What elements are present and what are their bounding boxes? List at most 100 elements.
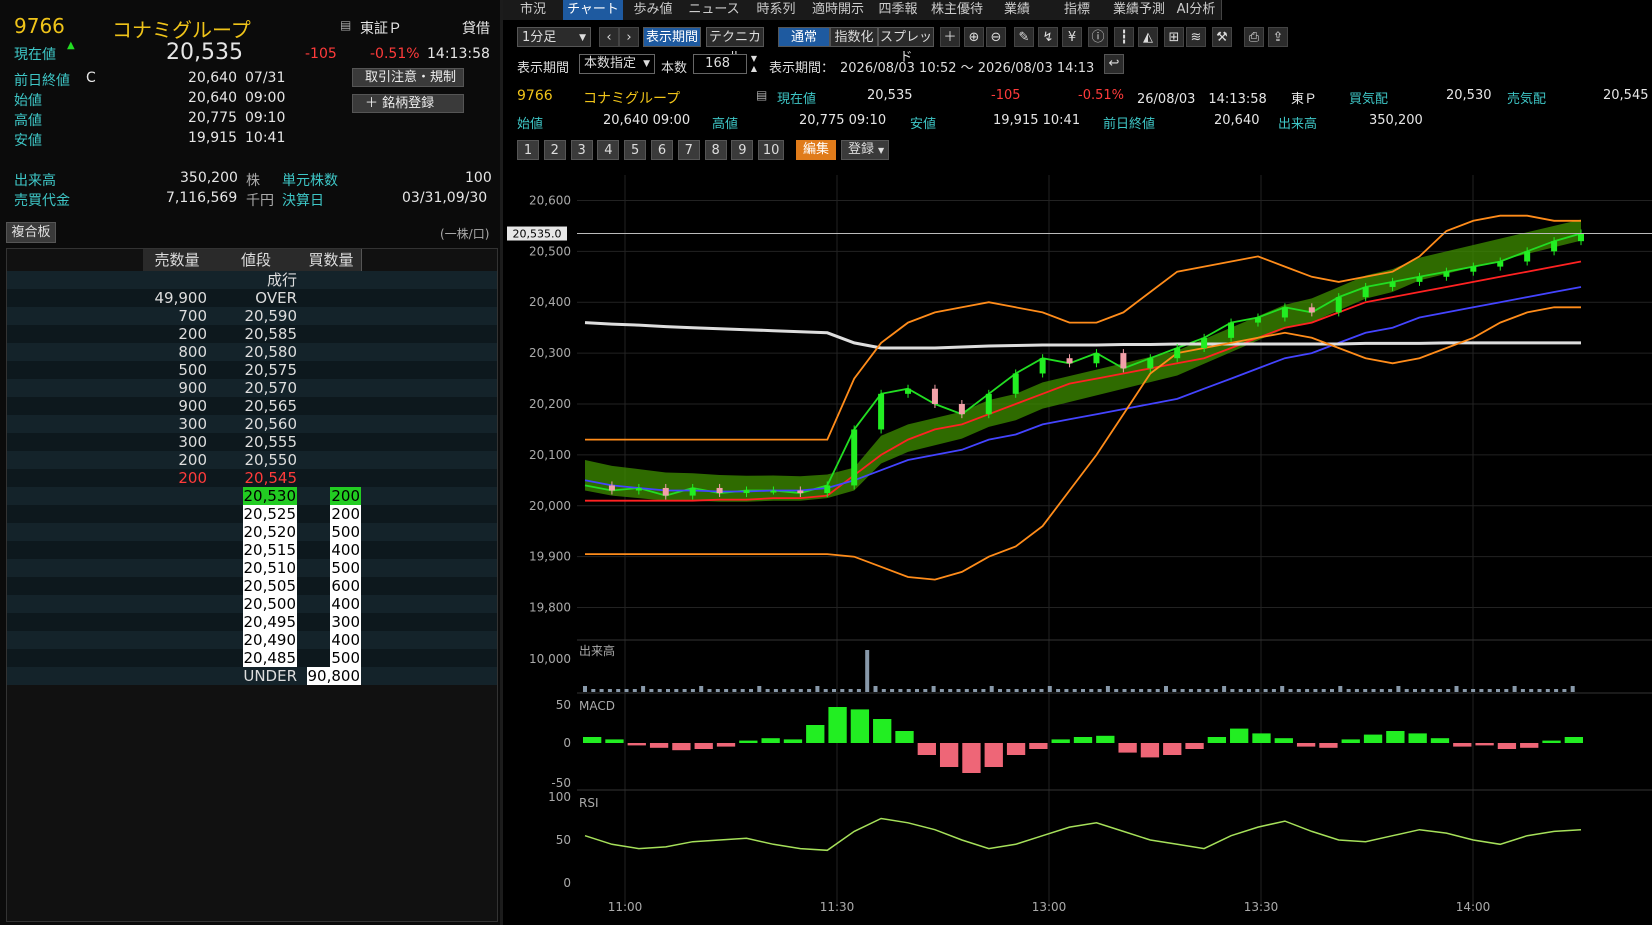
info-icon[interactable]: ⓘ: [1088, 27, 1108, 47]
trade-notice-button[interactable]: 取引注意・規制: [352, 68, 464, 87]
board-price[interactable]: 20,550: [217, 451, 298, 469]
board-price[interactable]: 20,490: [217, 631, 297, 649]
zoom-out-icon[interactable]: ⊖: [986, 27, 1006, 47]
preset-button-2[interactable]: 2: [543, 140, 566, 160]
count-input[interactable]: 168: [693, 54, 747, 74]
board-price[interactable]: 20,500: [217, 595, 297, 613]
tab-8[interactable]: 業績: [987, 0, 1048, 20]
board-row[interactable]: 20,525 200: [7, 505, 497, 523]
preset-button-1[interactable]: 1: [517, 140, 539, 160]
board-row[interactable]: 800 20,580: [7, 343, 497, 361]
board-row[interactable]: 200 20,550: [7, 451, 497, 469]
normal-button[interactable]: 通常: [778, 27, 830, 47]
board-price[interactable]: 20,505: [217, 577, 297, 595]
trend-icon[interactable]: ↯: [1038, 27, 1058, 47]
board-price[interactable]: 20,565: [217, 397, 298, 415]
pencil-icon[interactable]: ✎: [1014, 27, 1034, 47]
board-row[interactable]: 20,490 400: [7, 631, 497, 649]
crosshair-icon[interactable]: ＋: [940, 27, 960, 47]
board-title-tab[interactable]: 複合板: [6, 222, 56, 243]
board-price[interactable]: 20,525: [217, 505, 297, 523]
candle-icon[interactable]: ┇: [1114, 27, 1134, 47]
board-price[interactable]: 20,585: [217, 325, 298, 343]
board-row[interactable]: 20,530 200: [7, 487, 497, 505]
preset-button-10[interactable]: 10: [758, 140, 785, 160]
board-row[interactable]: 20,515 400: [7, 541, 497, 559]
edit-button[interactable]: 編集: [796, 140, 836, 160]
technical-button[interactable]: テクニカル: [706, 27, 764, 65]
board-price[interactable]: 成行: [217, 271, 297, 289]
preset-button-3[interactable]: 3: [570, 140, 593, 160]
board-row[interactable]: 20,510 500: [7, 559, 497, 577]
board-price[interactable]: 20,485: [217, 649, 297, 667]
board-price[interactable]: 20,520: [217, 523, 297, 541]
board-price[interactable]: 20,545: [217, 469, 298, 487]
board-row[interactable]: 700 20,590: [7, 307, 497, 325]
tab-6[interactable]: 四季報: [869, 0, 928, 20]
board-price[interactable]: UNDER: [217, 667, 297, 685]
prev-icon[interactable]: ‹: [599, 27, 619, 47]
board-price[interactable]: 20,590: [217, 307, 298, 325]
board-row[interactable]: 20,485 500: [7, 649, 497, 667]
tab-10[interactable]: 業績予測: [1107, 0, 1172, 20]
zoom-in-icon[interactable]: ⊕: [964, 27, 984, 47]
board-price[interactable]: 20,560: [217, 415, 298, 433]
interval-select[interactable]: 1分足 ▼: [517, 27, 591, 47]
preset-button-5[interactable]: 5: [624, 140, 647, 160]
board-icon[interactable]: ▤: [340, 18, 351, 32]
board-price[interactable]: 20,575: [217, 361, 298, 379]
board-row[interactable]: 20,505 600: [7, 577, 497, 595]
fit-icon[interactable]: ⊞: [1164, 27, 1184, 47]
print-icon[interactable]: ⎙: [1244, 27, 1264, 47]
tab-1[interactable]: チャート: [563, 0, 624, 20]
stock-name[interactable]: コナミグループ: [112, 14, 251, 43]
board-row[interactable]: 300 20,555: [7, 433, 497, 451]
tab-7[interactable]: 株主優待: [927, 0, 988, 20]
tab-3[interactable]: ニュース: [683, 0, 746, 20]
preset-button-9[interactable]: 9: [731, 140, 754, 160]
wrench-icon[interactable]: ⚒: [1212, 27, 1232, 47]
board-price[interactable]: 20,515: [217, 541, 297, 559]
period-button[interactable]: 表示期間: [643, 27, 701, 47]
board-row[interactable]: 成行: [7, 271, 497, 289]
tab-2[interactable]: 歩み値: [623, 0, 684, 20]
board-price[interactable]: 20,580: [217, 343, 298, 361]
export-icon[interactable]: ⇪: [1268, 27, 1288, 47]
count-stepper[interactable]: ▼ ▲: [747, 54, 761, 74]
board-row[interactable]: 20,500 400: [7, 595, 497, 613]
board-row[interactable]: 200 20,545: [7, 469, 497, 487]
preset-button-7[interactable]: 7: [677, 140, 700, 160]
board-price[interactable]: 20,495: [217, 613, 297, 631]
tab-9[interactable]: 指標: [1047, 0, 1108, 20]
board-row[interactable]: UNDER 90,800: [7, 667, 497, 685]
next-icon[interactable]: ›: [619, 27, 639, 47]
tab-11[interactable]: AI分析: [1171, 0, 1222, 20]
board-row[interactable]: 20,495 300: [7, 613, 497, 631]
board-price[interactable]: 20,530: [217, 487, 297, 505]
tab-0[interactable]: 市況: [503, 0, 564, 20]
preset-button-8[interactable]: 8: [704, 140, 727, 160]
board-price[interactable]: 20,510: [217, 559, 297, 577]
index-button[interactable]: 指数化: [830, 27, 878, 47]
board-row[interactable]: 500 20,575: [7, 361, 497, 379]
board-price[interactable]: 20,570: [217, 379, 298, 397]
preset-button-6[interactable]: 6: [651, 140, 673, 160]
return-icon[interactable]: ↩: [1104, 54, 1124, 74]
tab-4[interactable]: 時系列: [745, 0, 808, 20]
board-row[interactable]: 200 20,585: [7, 325, 497, 343]
board-row[interactable]: 900 20,565: [7, 397, 497, 415]
wave-icon[interactable]: ≋: [1186, 27, 1206, 47]
area-chart-icon[interactable]: ◭: [1138, 27, 1158, 47]
board-price[interactable]: 20,555: [217, 433, 298, 451]
qb-board-icon[interactable]: ▤: [756, 88, 767, 102]
period-mode-select[interactable]: 本数指定 ▼: [579, 54, 655, 74]
board-row[interactable]: 20,520 500: [7, 523, 497, 541]
board-row[interactable]: 49,900 OVER: [7, 289, 497, 307]
board-row[interactable]: 300 20,560: [7, 415, 497, 433]
price-chart[interactable]: 20,600 20,500 20,400 20,300 20,200 20,100 20,0…: [503, 165, 1652, 925]
preset-button-4[interactable]: 4: [597, 140, 620, 160]
spread-button[interactable]: スプレッド: [878, 27, 934, 65]
board-row[interactable]: 900 20,570: [7, 379, 497, 397]
register-dropdown[interactable]: 登録 ▼: [841, 140, 889, 160]
yen-icon[interactable]: ¥: [1062, 27, 1082, 47]
